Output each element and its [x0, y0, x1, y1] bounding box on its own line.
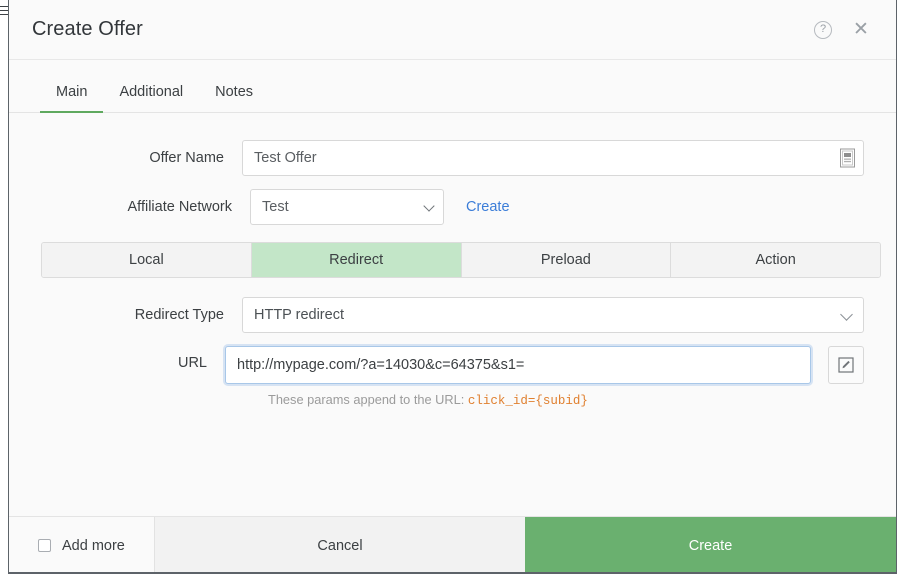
offer-name-row: Offer Name [41, 140, 864, 176]
dialog-header: Create Offer ? ✕ [9, 0, 896, 60]
document-icon[interactable] [840, 149, 855, 168]
segment-action[interactable]: Action [671, 243, 880, 277]
redirect-type-row: Redirect Type HTTP redirect [41, 297, 864, 333]
help-circle-icon: ? [814, 21, 832, 39]
close-icon: ✕ [853, 20, 869, 39]
tab-bar: Main Additional Notes [9, 60, 896, 113]
edit-box-icon [838, 357, 854, 373]
resize-grip-line [0, 6, 8, 7]
url-edit-button[interactable] [828, 346, 864, 384]
add-more-toggle[interactable]: Add more [9, 517, 154, 574]
affiliate-network-field-area: Test Create [250, 189, 864, 225]
dialog-footer: Add more Cancel Create [9, 516, 896, 574]
create-offer-dialog: Create Offer ? ✕ Main Additional Notes O… [8, 0, 897, 574]
url-field-area [225, 346, 864, 384]
url-hint-code: click_id={subid} [468, 394, 588, 408]
add-more-label: Add more [62, 538, 125, 554]
header-actions: ? ✕ [812, 19, 872, 41]
dialog-left-edge [0, 0, 8, 574]
offer-name-input[interactable] [242, 140, 864, 176]
segment-preload[interactable]: Preload [462, 243, 672, 277]
dialog-right-edge [898, 0, 904, 574]
create-network-link[interactable]: Create [466, 199, 510, 215]
offer-name-label: Offer Name [41, 151, 242, 166]
help-button[interactable]: ? [812, 19, 834, 41]
dialog-body: Offer Name A [9, 113, 896, 516]
add-more-checkbox[interactable] [38, 539, 51, 552]
redirect-type-label: Redirect Type [41, 308, 242, 323]
redirect-type-select-wrap: HTTP redirect [242, 297, 864, 333]
url-input[interactable] [225, 346, 811, 384]
redirect-type-field-area: HTTP redirect [242, 297, 864, 333]
segment-local[interactable]: Local [42, 243, 252, 277]
offer-name-field-area [242, 140, 864, 176]
offer-type-segmented-control: Local Redirect Preload Action [41, 242, 881, 278]
create-button[interactable]: Create [525, 517, 896, 574]
redirect-type-select[interactable]: HTTP redirect [242, 297, 864, 333]
cancel-button[interactable]: Cancel [154, 517, 525, 574]
url-hint: These params append to the URL: click_id… [268, 394, 864, 408]
affiliate-network-row: Affiliate Network Test Create [41, 189, 864, 225]
url-label: URL [41, 346, 225, 371]
page-title: Create Offer [32, 18, 812, 41]
segment-redirect[interactable]: Redirect [252, 243, 462, 277]
offer-name-input-wrap [242, 140, 864, 176]
affiliate-network-select[interactable]: Test [250, 189, 444, 225]
resize-grip-line [0, 14, 8, 15]
tab-notes[interactable]: Notes [199, 85, 269, 113]
tab-additional[interactable]: Additional [103, 85, 199, 113]
affiliate-network-select-wrap: Test [250, 189, 444, 225]
close-button[interactable]: ✕ [850, 19, 872, 41]
url-hint-prefix: These params append to the URL: [268, 392, 464, 407]
affiliate-network-label: Affiliate Network [41, 200, 250, 215]
resize-grip-line [0, 10, 8, 11]
tab-main[interactable]: Main [40, 85, 103, 113]
url-row: URL [41, 346, 864, 384]
